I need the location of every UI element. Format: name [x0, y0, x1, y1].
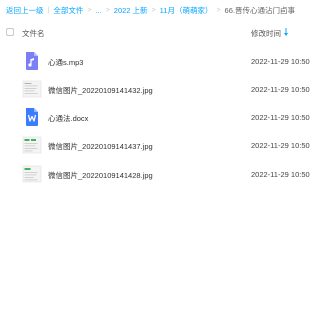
file-name[interactable]: 微信图片_20220109141437.jpg: [48, 141, 153, 152]
file-modified-date: 2022-11-29 10:50: [251, 113, 310, 122]
file-row[interactable]: 微信图片_20220109141437.jpg 2022-11-29 10:50: [0, 133, 322, 157]
breadcrumb-ellipsis[interactable]: ...: [95, 6, 101, 15]
column-header-name[interactable]: 文件名: [22, 28, 45, 39]
file-modified-date: 2022-11-29 10:50: [251, 170, 310, 179]
file-list-header: 文件名 修改时间: [0, 24, 322, 42]
sort-down-icon[interactable]: [283, 27, 289, 37]
select-all-checkbox[interactable]: [6, 28, 14, 36]
breadcrumb-divider: |: [47, 6, 50, 14]
file-modified-date: 2022-11-29 10:50: [251, 57, 310, 66]
breadcrumb: 返回上一级 | 全部文件 > ... > 2022 上新 > 11月（萌萌家） …: [6, 3, 295, 17]
breadcrumb-arrow: >: [151, 6, 156, 14]
image-thumbnail-icon: [22, 165, 42, 183]
image-thumbnail-icon: [22, 136, 42, 154]
breadcrumb-folder-nov[interactable]: 11月（萌萌家）: [160, 5, 213, 16]
breadcrumb-all-files[interactable]: 全部文件: [53, 5, 83, 16]
breadcrumb-arrow: >: [216, 6, 221, 14]
word-file-icon: [26, 108, 38, 126]
breadcrumb-current-folder: 66.晋传心通沾门卣事: [224, 5, 295, 15]
breadcrumb-arrow: >: [87, 6, 92, 14]
image-thumbnail-icon: [22, 80, 42, 98]
file-row[interactable]: 心通s.mp3 2022-11-29 10:50: [0, 49, 322, 73]
breadcrumb-folder-2022[interactable]: 2022 上新: [114, 5, 148, 16]
file-name[interactable]: 微信图片_20220109141428.jpg: [48, 170, 153, 181]
file-name[interactable]: 微信图片_20220109141432.jpg: [48, 85, 153, 96]
file-modified-date: 2022-11-29 10:50: [251, 141, 310, 150]
breadcrumb-arrow: >: [105, 6, 110, 14]
file-modified-date: 2022-11-29 10:50: [251, 85, 310, 94]
file-name[interactable]: 心通s.mp3: [48, 57, 83, 68]
column-header-modified[interactable]: 修改时间: [251, 28, 281, 39]
file-row[interactable]: 微信图片_20220109141428.jpg 2022-11-29 10:50: [0, 162, 322, 186]
audio-file-icon: [26, 52, 38, 70]
back-link[interactable]: 返回上一级: [6, 5, 44, 16]
file-row[interactable]: 微信图片_20220109141432.jpg 2022-11-29 10:50: [0, 77, 322, 101]
file-row[interactable]: 心通法.docx 2022-11-29 10:50: [0, 105, 322, 129]
file-name[interactable]: 心通法.docx: [48, 113, 88, 124]
